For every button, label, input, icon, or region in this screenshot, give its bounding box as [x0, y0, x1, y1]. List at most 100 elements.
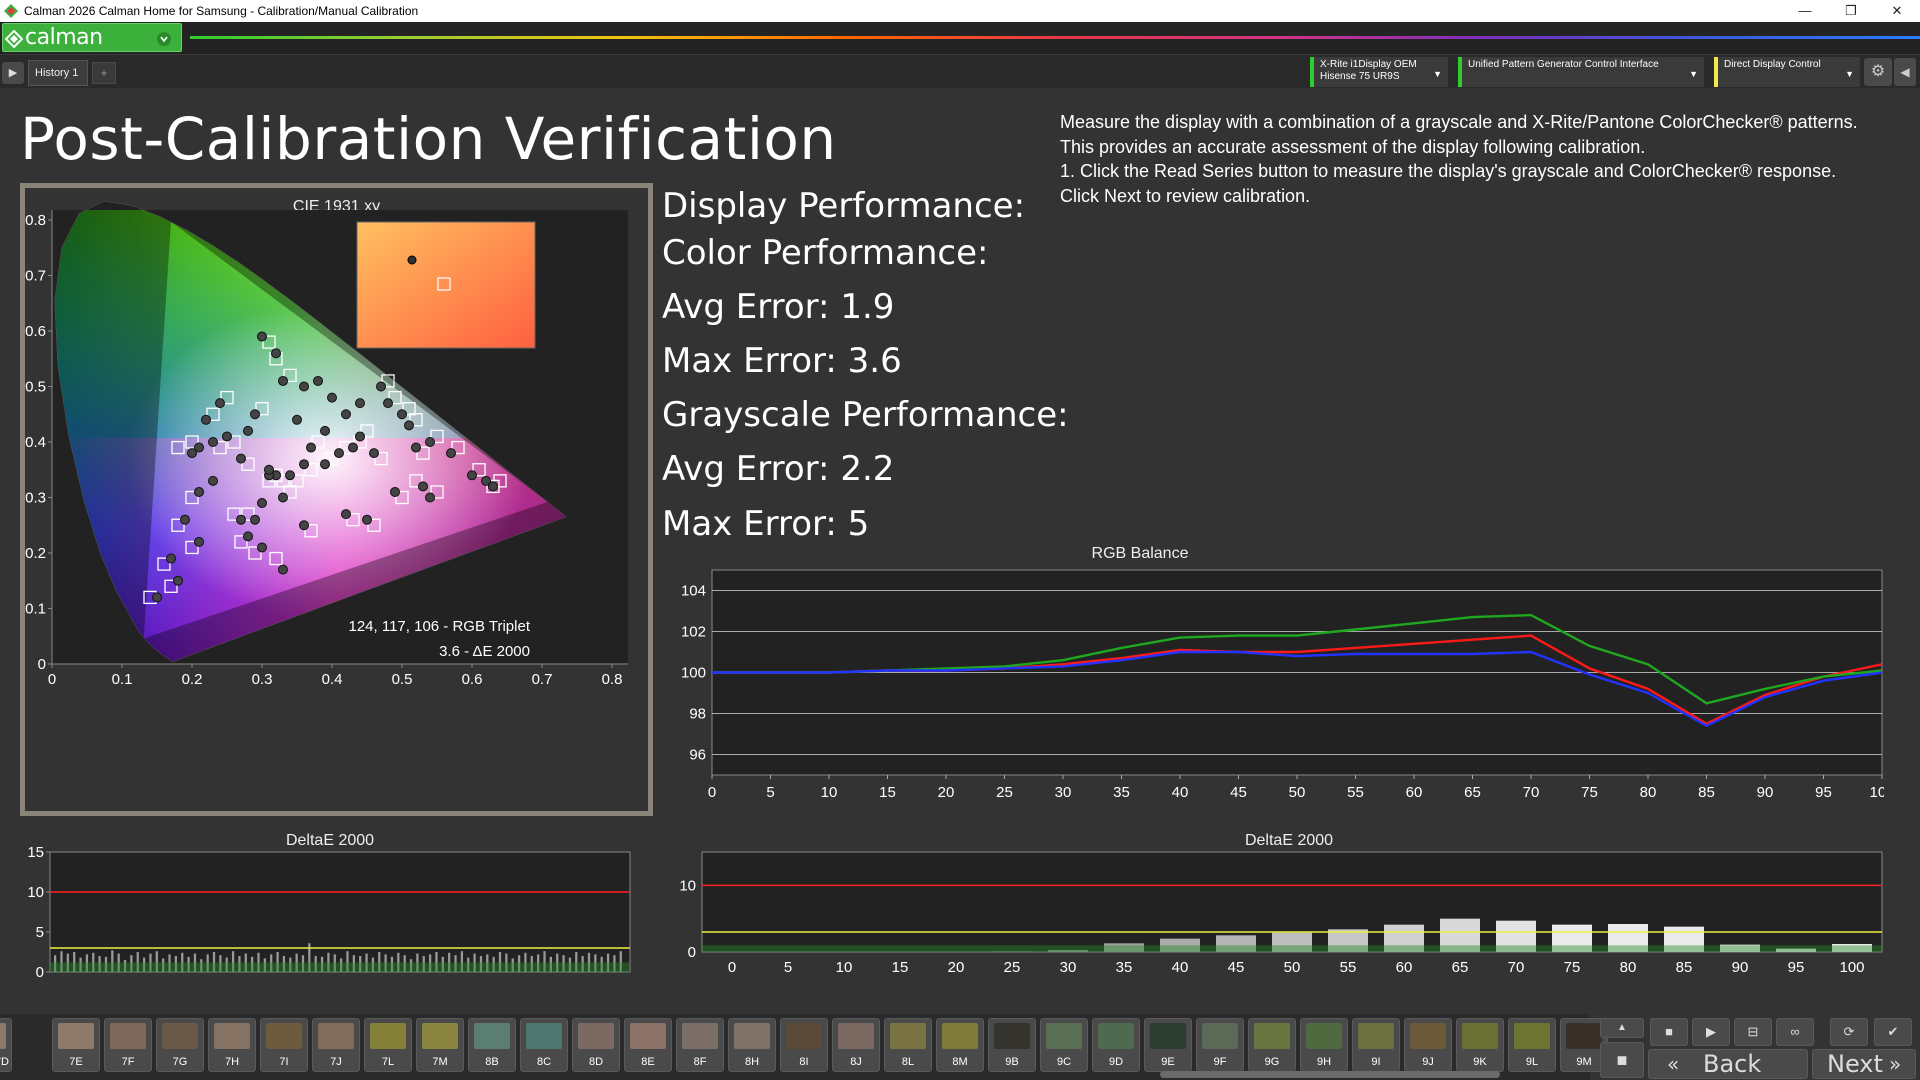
- x-tick-label: 0.7: [532, 671, 553, 688]
- swatch-8h[interactable]: 8H: [728, 1018, 776, 1072]
- swatch-9f[interactable]: 9F: [1196, 1018, 1244, 1072]
- measured-point: [194, 486, 204, 497]
- color-comparison-inset: [356, 221, 536, 349]
- swatch-chip: [734, 1023, 770, 1049]
- rgb-x-tick-label: 65: [1464, 784, 1481, 801]
- rgb-x-tick-label: 45: [1230, 784, 1247, 801]
- refresh-icon[interactable]: ⟳: [1830, 1018, 1868, 1046]
- swatch-label: 8J: [850, 1056, 862, 1068]
- rgb-x-tick-label: 55: [1347, 784, 1364, 801]
- de2-x-tick-label: 30: [1060, 959, 1077, 976]
- measured-point: [243, 531, 253, 542]
- swatch-8m[interactable]: 8M: [936, 1018, 984, 1072]
- measured-point: [446, 448, 456, 459]
- swatch-8c[interactable]: 8C: [520, 1018, 568, 1072]
- measured-point: [271, 348, 281, 359]
- grayscale-deltae-chart: 0100 5 10 15 20 25 30 35 40 45 50 55 60 65 70 75 80 85 90 9…: [679, 851, 1883, 976]
- swatch-7f[interactable]: 7F: [104, 1018, 152, 1072]
- measured-point: [334, 448, 344, 459]
- de2-x-tick-label: 35: [1116, 959, 1133, 976]
- swatch-label: 7J: [330, 1056, 342, 1068]
- swatch-8j[interactable]: 8J: [832, 1018, 880, 1072]
- swatch-8f[interactable]: 8F: [676, 1018, 724, 1072]
- swatch-8i[interactable]: 8I: [780, 1018, 828, 1072]
- swatch-9i[interactable]: 9I: [1352, 1018, 1400, 1072]
- play-icon[interactable]: ▶: [1692, 1018, 1730, 1046]
- swatch-scrollbar[interactable]: [1160, 1071, 1500, 1078]
- swatch-7j[interactable]: 7J: [312, 1018, 360, 1072]
- swatch-7l[interactable]: 7L: [364, 1018, 412, 1072]
- swatch-7e[interactable]: 7E: [52, 1018, 100, 1072]
- close-button[interactable]: ✕: [1874, 0, 1920, 22]
- save-icon[interactable]: ⊟: [1734, 1018, 1772, 1046]
- maximize-button[interactable]: ❐: [1828, 0, 1874, 22]
- back-button[interactable]: « Back: [1648, 1049, 1808, 1079]
- swatch-9k[interactable]: 9K: [1456, 1018, 1504, 1072]
- display-control-selector[interactable]: Direct Display Control ▼: [1714, 57, 1860, 87]
- measured-point: [299, 459, 309, 470]
- swatch-9c[interactable]: 9C: [1040, 1018, 1088, 1072]
- swatch-7i[interactable]: 7I: [260, 1018, 308, 1072]
- rgb-triplet-readout: 124, 117, 106 - RGB Triplet: [349, 618, 531, 635]
- swatch-8e[interactable]: 8E: [624, 1018, 672, 1072]
- de2-x-tick-label: 55: [1340, 959, 1357, 976]
- swatch-label: 9K: [1473, 1056, 1487, 1068]
- swatch-chip: [422, 1023, 458, 1049]
- swatch-8d[interactable]: 8D: [572, 1018, 620, 1072]
- swatch-7h[interactable]: 7H: [208, 1018, 256, 1072]
- swatch-chip: [162, 1023, 198, 1049]
- scroll-up-icon[interactable]: ▲: [1600, 1018, 1644, 1038]
- rgb-x-tick-label: 25: [996, 784, 1013, 801]
- de1-y-tick-label: 0: [36, 964, 44, 981]
- swatch-9h[interactable]: 9H: [1300, 1018, 1348, 1072]
- meter-device-selector[interactable]: X-Rite i1Display OEM Hisense 75 UR9S ▼: [1310, 57, 1448, 87]
- swatch-9l[interactable]: 9L: [1508, 1018, 1556, 1072]
- stop-icon[interactable]: ■: [1650, 1018, 1688, 1046]
- loop-icon[interactable]: ∞: [1776, 1018, 1814, 1046]
- record-button[interactable]: ■: [1600, 1042, 1644, 1078]
- color-rainbow-strip: [190, 36, 1920, 39]
- swatch-9g[interactable]: 9G: [1248, 1018, 1296, 1072]
- swatch-8b[interactable]: 8B: [468, 1018, 516, 1072]
- color-performance-heading: Color Performance:: [662, 233, 989, 273]
- calman-menu-button[interactable]: calman: [2, 23, 182, 52]
- measured-point: [299, 381, 309, 392]
- swatch-label: 8F: [693, 1056, 707, 1068]
- tab-scroll-icon[interactable]: ▶: [2, 62, 24, 84]
- rgb-x-tick-label: 20: [938, 784, 955, 801]
- instruction-line: Click Next to review calibration.: [1060, 185, 1311, 206]
- gray-avg-error: Avg Error: 2.2: [662, 449, 895, 489]
- swatch-8l[interactable]: 8L: [884, 1018, 932, 1072]
- measured-point: [341, 509, 351, 520]
- swatch-7g[interactable]: 7G: [156, 1018, 204, 1072]
- swatch-9b[interactable]: 9B: [988, 1018, 1036, 1072]
- calman-window: { "window": {"title": "Calman 2026 Calma…: [0, 0, 1920, 1080]
- calman-app-icon: [4, 4, 18, 18]
- de2-x-tick-label: 80: [1620, 959, 1637, 976]
- x-tick-label: 0.8: [602, 671, 623, 688]
- de2-x-tick-label: 45: [1228, 959, 1245, 976]
- tab-history-1[interactable]: History 1: [28, 60, 88, 86]
- swatch-label: 7H: [224, 1056, 240, 1068]
- de2-x-tick-label: 5: [784, 959, 792, 976]
- swatch-7d[interactable]: 7D: [0, 1018, 12, 1072]
- swatch-label: 8E: [641, 1056, 655, 1068]
- measured-point: [390, 486, 400, 497]
- back-arrow-icon: «: [1667, 1052, 1680, 1076]
- swatch-7m[interactable]: 7M: [416, 1018, 464, 1072]
- gear-icon[interactable]: ⚙: [1864, 58, 1892, 86]
- de2-x-tick-label: 20: [948, 959, 965, 976]
- swatch-9d[interactable]: 9D: [1092, 1018, 1140, 1072]
- measured-point: [327, 392, 337, 403]
- measured-point: [187, 448, 197, 459]
- swatch-9j[interactable]: 9J: [1404, 1018, 1452, 1072]
- x-tick-label: 0.5: [392, 671, 413, 688]
- check-icon[interactable]: ✔: [1874, 1018, 1912, 1046]
- pattern-generator-selector[interactable]: Unified Pattern Generator Control Interf…: [1458, 57, 1704, 87]
- next-button[interactable]: Next »: [1812, 1049, 1916, 1079]
- swatch-chip: [578, 1023, 614, 1049]
- minimize-button[interactable]: —: [1782, 0, 1828, 22]
- panel-collapse-icon[interactable]: ◀: [1894, 58, 1916, 86]
- add-tab-button[interactable]: +: [92, 62, 116, 84]
- swatch-9e[interactable]: 9E: [1144, 1018, 1192, 1072]
